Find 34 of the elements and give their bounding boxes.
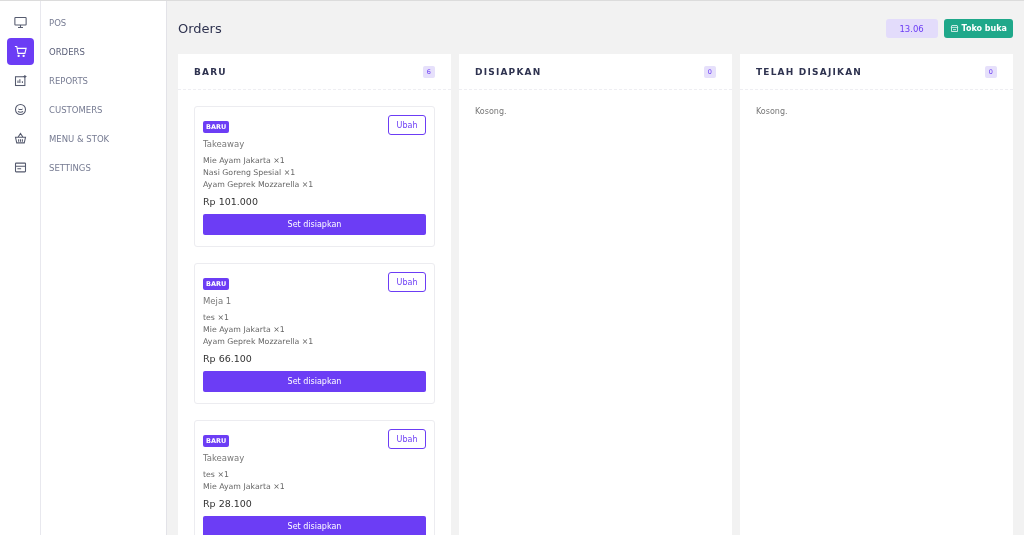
set-prepared-button[interactable]: Set disiapkan bbox=[203, 371, 426, 392]
order-location: Takeaway bbox=[203, 453, 246, 463]
sidebar-item[interactable]: MENU & STOK bbox=[41, 125, 166, 152]
column-title: TELAH DISAJIKAN bbox=[756, 66, 863, 77]
edit-button[interactable]: Ubah bbox=[388, 429, 426, 449]
sidebar-item[interactable]: POS bbox=[41, 9, 166, 36]
time-badge: 13.06 bbox=[885, 19, 938, 38]
card-icon bbox=[12, 160, 28, 175]
cart-icon bbox=[12, 44, 28, 59]
order-location: Takeaway bbox=[203, 139, 246, 149]
order-total: Rp 66.100 bbox=[203, 353, 253, 364]
sidebar-item[interactable]: CUSTOMERS bbox=[41, 96, 166, 123]
column-title: BARU bbox=[194, 66, 227, 77]
monitor-icon bbox=[12, 15, 28, 30]
column-title: DISIAPKAN bbox=[475, 66, 542, 77]
empty-message: Kosong. bbox=[756, 107, 789, 116]
nav-icon-button[interactable] bbox=[6, 38, 34, 65]
set-prepared-button[interactable]: Set disiapkan bbox=[203, 516, 426, 535]
store-open-button[interactable]: Toko buka bbox=[943, 19, 1013, 38]
set-prepared-button[interactable]: Set disiapkan bbox=[203, 214, 426, 235]
edit-button[interactable]: Ubah bbox=[388, 115, 426, 135]
order-total: Rp 101.000 bbox=[203, 196, 259, 207]
empty-message: Kosong. bbox=[475, 107, 508, 116]
face-icon bbox=[12, 102, 28, 117]
sidebar-item[interactable]: SETTINGS bbox=[41, 154, 166, 181]
sidebar-item[interactable]: REPORTS bbox=[41, 67, 166, 94]
edit-button[interactable]: Ubah bbox=[388, 272, 426, 292]
order-location: Meja 1 bbox=[203, 296, 233, 306]
basket-icon bbox=[12, 131, 28, 146]
page-title: Orders bbox=[178, 21, 223, 36]
order-total: Rp 28.100 bbox=[203, 498, 253, 509]
sidebar-item[interactable]: ORDERS bbox=[41, 38, 166, 65]
chart-icon bbox=[12, 73, 28, 88]
store-icon bbox=[949, 24, 959, 33]
